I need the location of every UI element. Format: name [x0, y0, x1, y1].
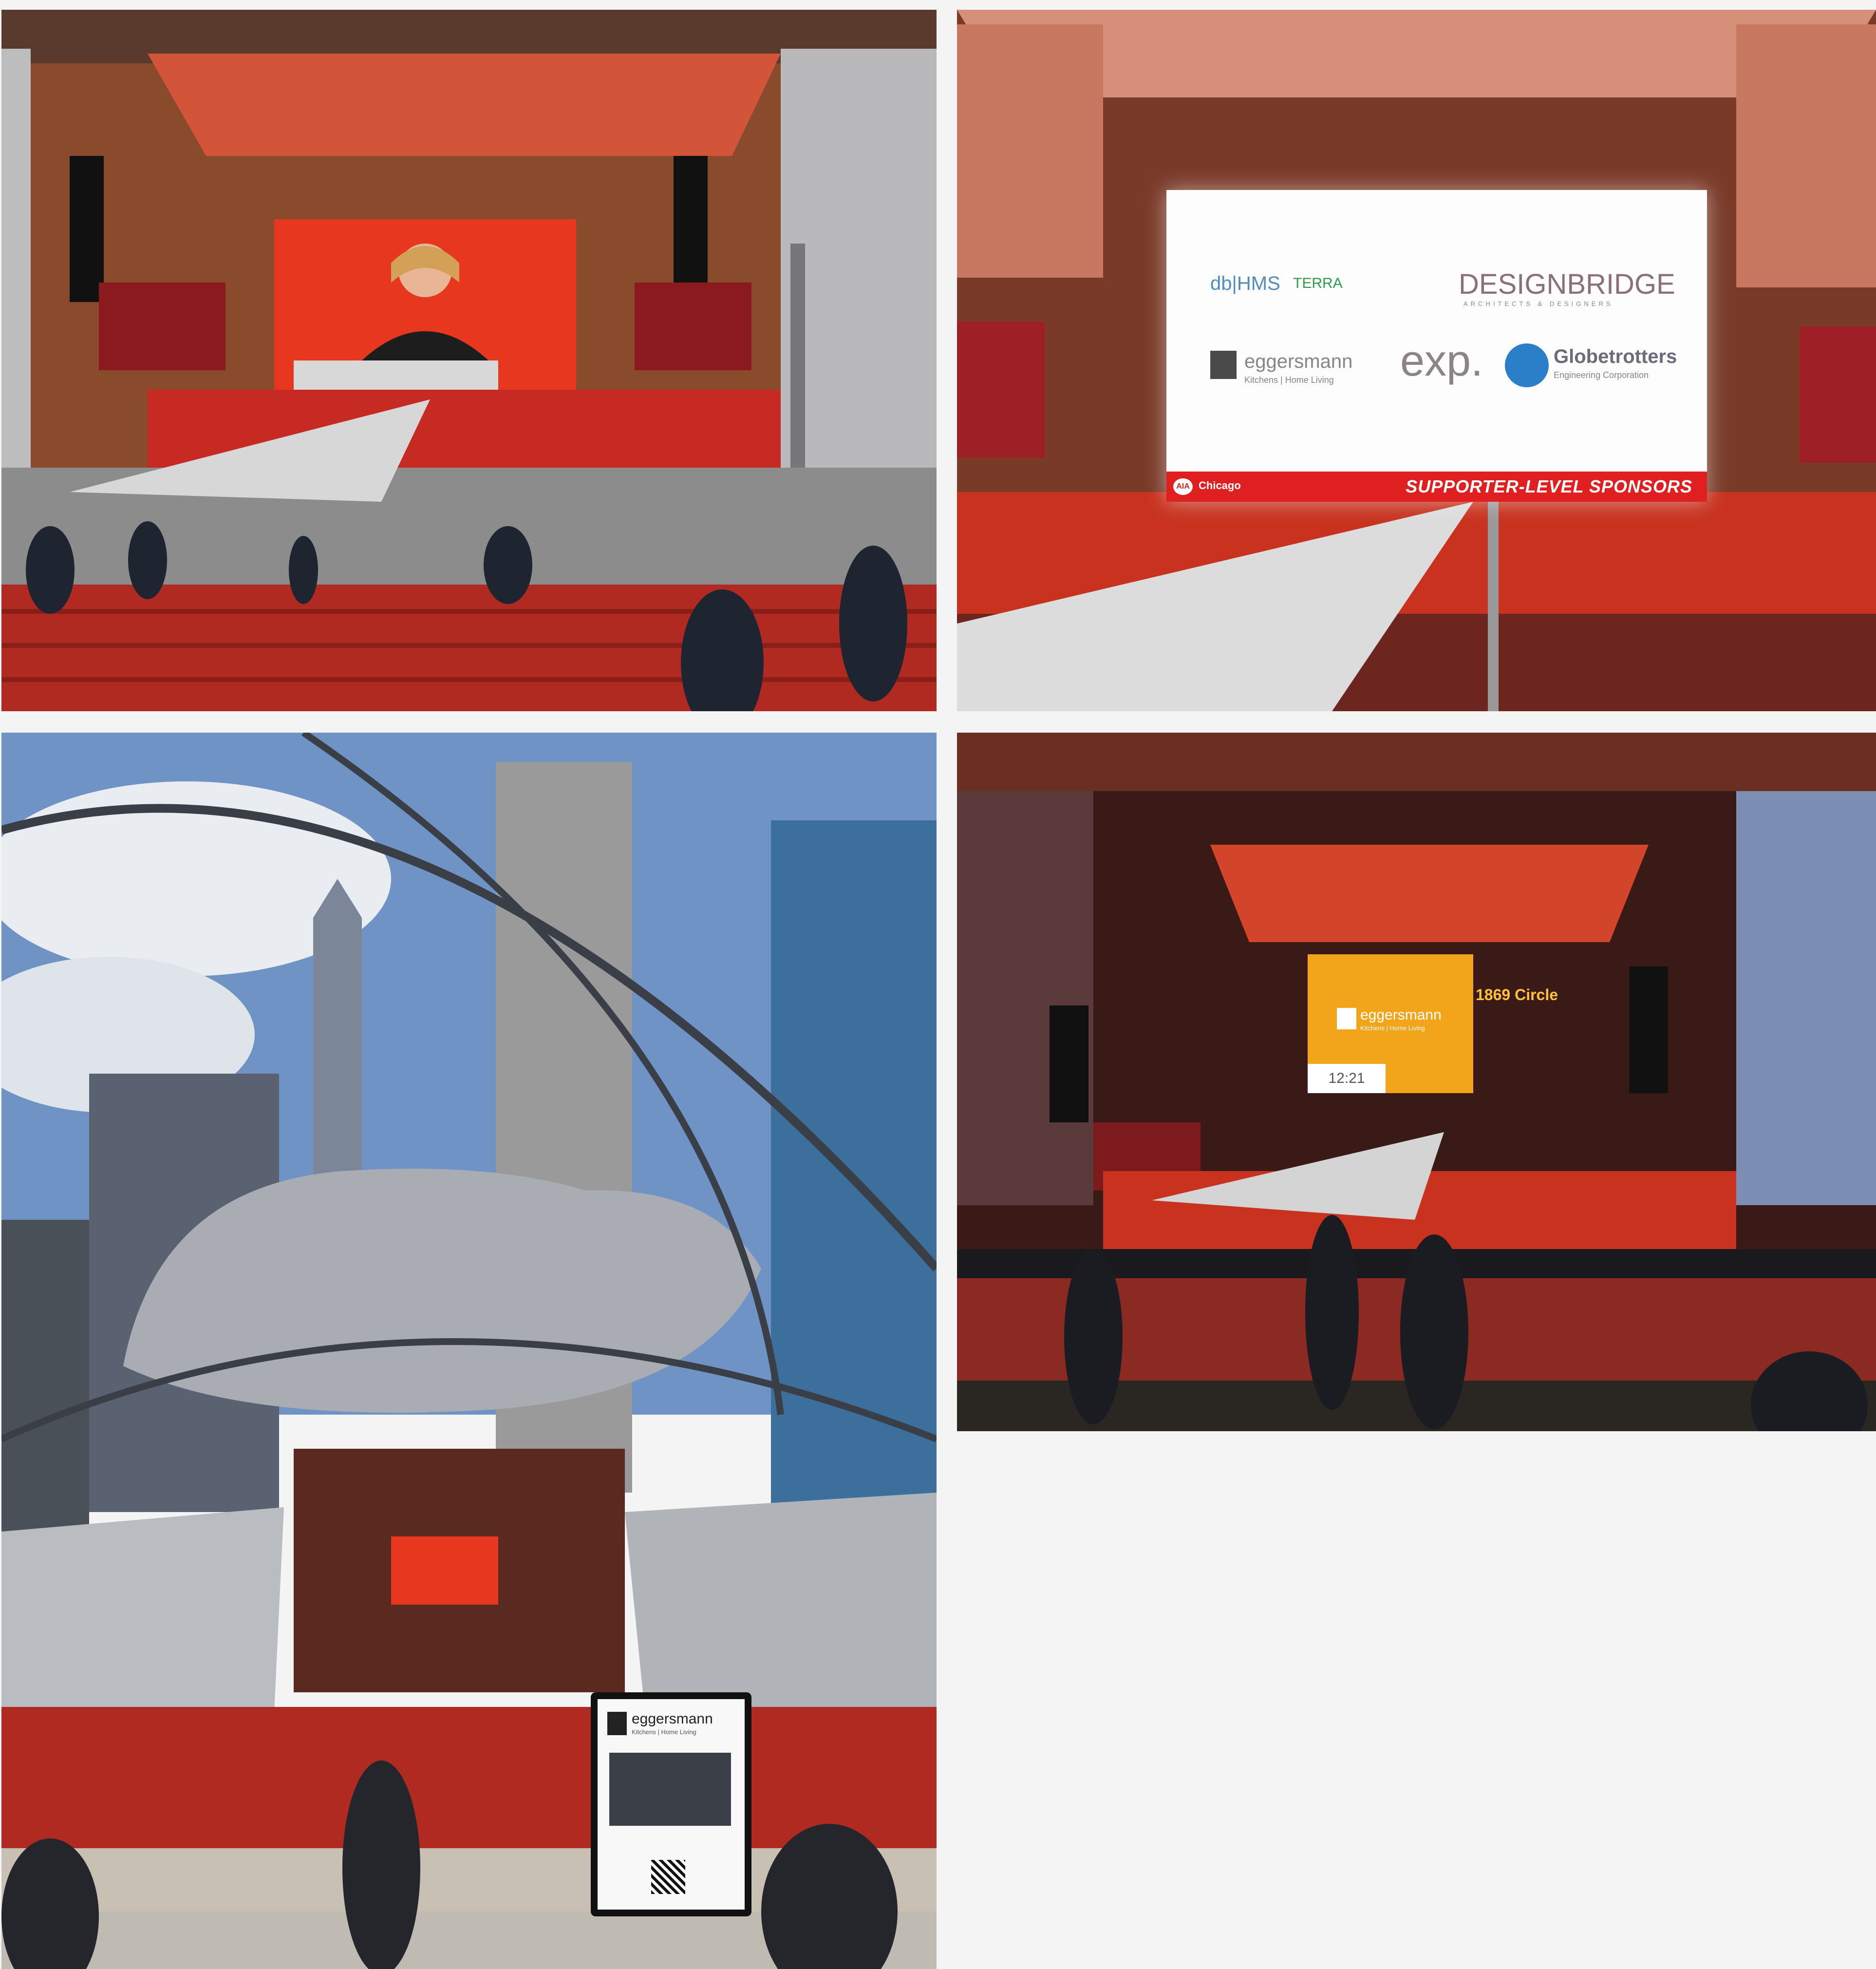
- globetrotters-subtitle: Engineering Corporation: [1554, 370, 1649, 380]
- dbhms-logo: db|HMS: [1210, 273, 1280, 294]
- side-screen-title: 1869 Circle: [1476, 986, 1558, 1003]
- sign-brand: eggersmann: [632, 1711, 713, 1727]
- screen-clock: 12:21: [1308, 1064, 1386, 1093]
- eggersmann-subtitle: Kitchens | Home Living: [1244, 375, 1334, 385]
- photo-evening-stage: eggersmann Kitchens | Home Living 12:21 …: [957, 733, 1876, 1431]
- eggersmann-logo: eggersmann: [1244, 351, 1353, 372]
- sign-subtitle: Kitchens | Home Living: [632, 1728, 696, 1736]
- eggersmann-mark-icon: [1337, 1008, 1356, 1029]
- exp-logo: exp.: [1400, 337, 1483, 385]
- sponsor-sign-stand: eggersmann Kitchens | Home Living: [591, 1692, 751, 1916]
- sponsor-screen: db|HMS TERRA DESIGNBRIDGE ARCHITECTS & D…: [1166, 190, 1707, 502]
- globe-icon: [1505, 343, 1549, 387]
- eggersmann-mark-icon: [607, 1712, 627, 1735]
- stage-speaker-scene: [1, 10, 937, 711]
- screen-brand: eggersmann: [1360, 1007, 1442, 1023]
- photo-pavilion-exterior: eggersmann Kitchens | Home Living: [1, 733, 937, 1969]
- pavilion-skyline-scene: [1, 733, 937, 1969]
- sponsor-caption: SUPPORTER-LEVEL SPONSORS: [1406, 476, 1692, 496]
- sponsor-footer-band: AIA Chicago SUPPORTER-LEVEL SPONSORS: [1166, 472, 1707, 502]
- screen-subtitle: Kitchens | Home Living: [1360, 1024, 1425, 1032]
- designbridge-logo: DESIGNBRIDGE: [1459, 268, 1675, 300]
- photo-stage-speaker: [1, 10, 937, 711]
- qr-code-icon: [651, 1860, 685, 1894]
- evening-yellow-screen: eggersmann Kitchens | Home Living 12:21: [1308, 954, 1473, 1093]
- aia-logo: AIA: [1173, 478, 1193, 495]
- designbridge-subtitle: ARCHITECTS & DESIGNERS: [1463, 300, 1613, 307]
- terra-logo: TERRA: [1293, 275, 1343, 291]
- aia-city-label: Chicago: [1199, 479, 1241, 492]
- kitchen-photo: [609, 1753, 731, 1826]
- globetrotters-logo: Globetrotters: [1554, 346, 1677, 367]
- photo-sponsor-screen: db|HMS TERRA DESIGNBRIDGE ARCHITECTS & D…: [957, 10, 1876, 711]
- eggersmann-mark-icon: [1210, 351, 1237, 379]
